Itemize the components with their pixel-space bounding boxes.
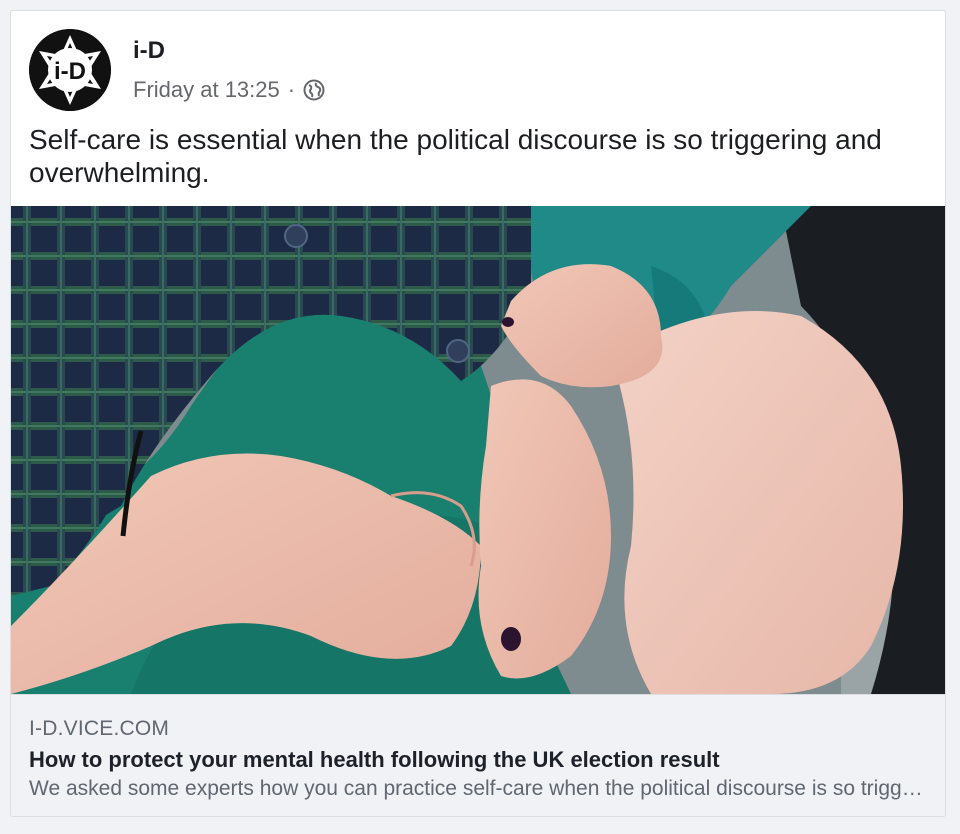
hands-photo bbox=[11, 206, 945, 694]
page-avatar[interactable]: i-D bbox=[29, 29, 111, 111]
link-description: We asked some experts how you can practi… bbox=[29, 777, 924, 800]
link-title[interactable]: How to protect your mental health follow… bbox=[29, 747, 720, 773]
link-preview[interactable]: I-D.VICE.COM How to protect your mental … bbox=[11, 694, 945, 816]
i-d-logo-icon: i-D bbox=[29, 29, 111, 111]
post-text: Self-care is essential when the politica… bbox=[29, 124, 882, 188]
globe-icon[interactable] bbox=[303, 79, 325, 101]
link-preview-image[interactable] bbox=[11, 206, 945, 694]
post-meta: Friday at 13:25 · bbox=[133, 77, 325, 103]
page-name-link[interactable]: i-D bbox=[133, 37, 165, 65]
meta-separator: · bbox=[287, 77, 296, 102]
logo-text: i-D bbox=[54, 58, 86, 85]
link-domain: I-D.VICE.COM bbox=[29, 717, 170, 740]
post-card: i-D i-D Friday at 13:25 · Self-care is e… bbox=[10, 10, 946, 817]
post-timestamp[interactable]: Friday at 13:25 bbox=[133, 77, 280, 103]
post-header: i-D i-D Friday at 13:25 · bbox=[29, 29, 929, 119]
